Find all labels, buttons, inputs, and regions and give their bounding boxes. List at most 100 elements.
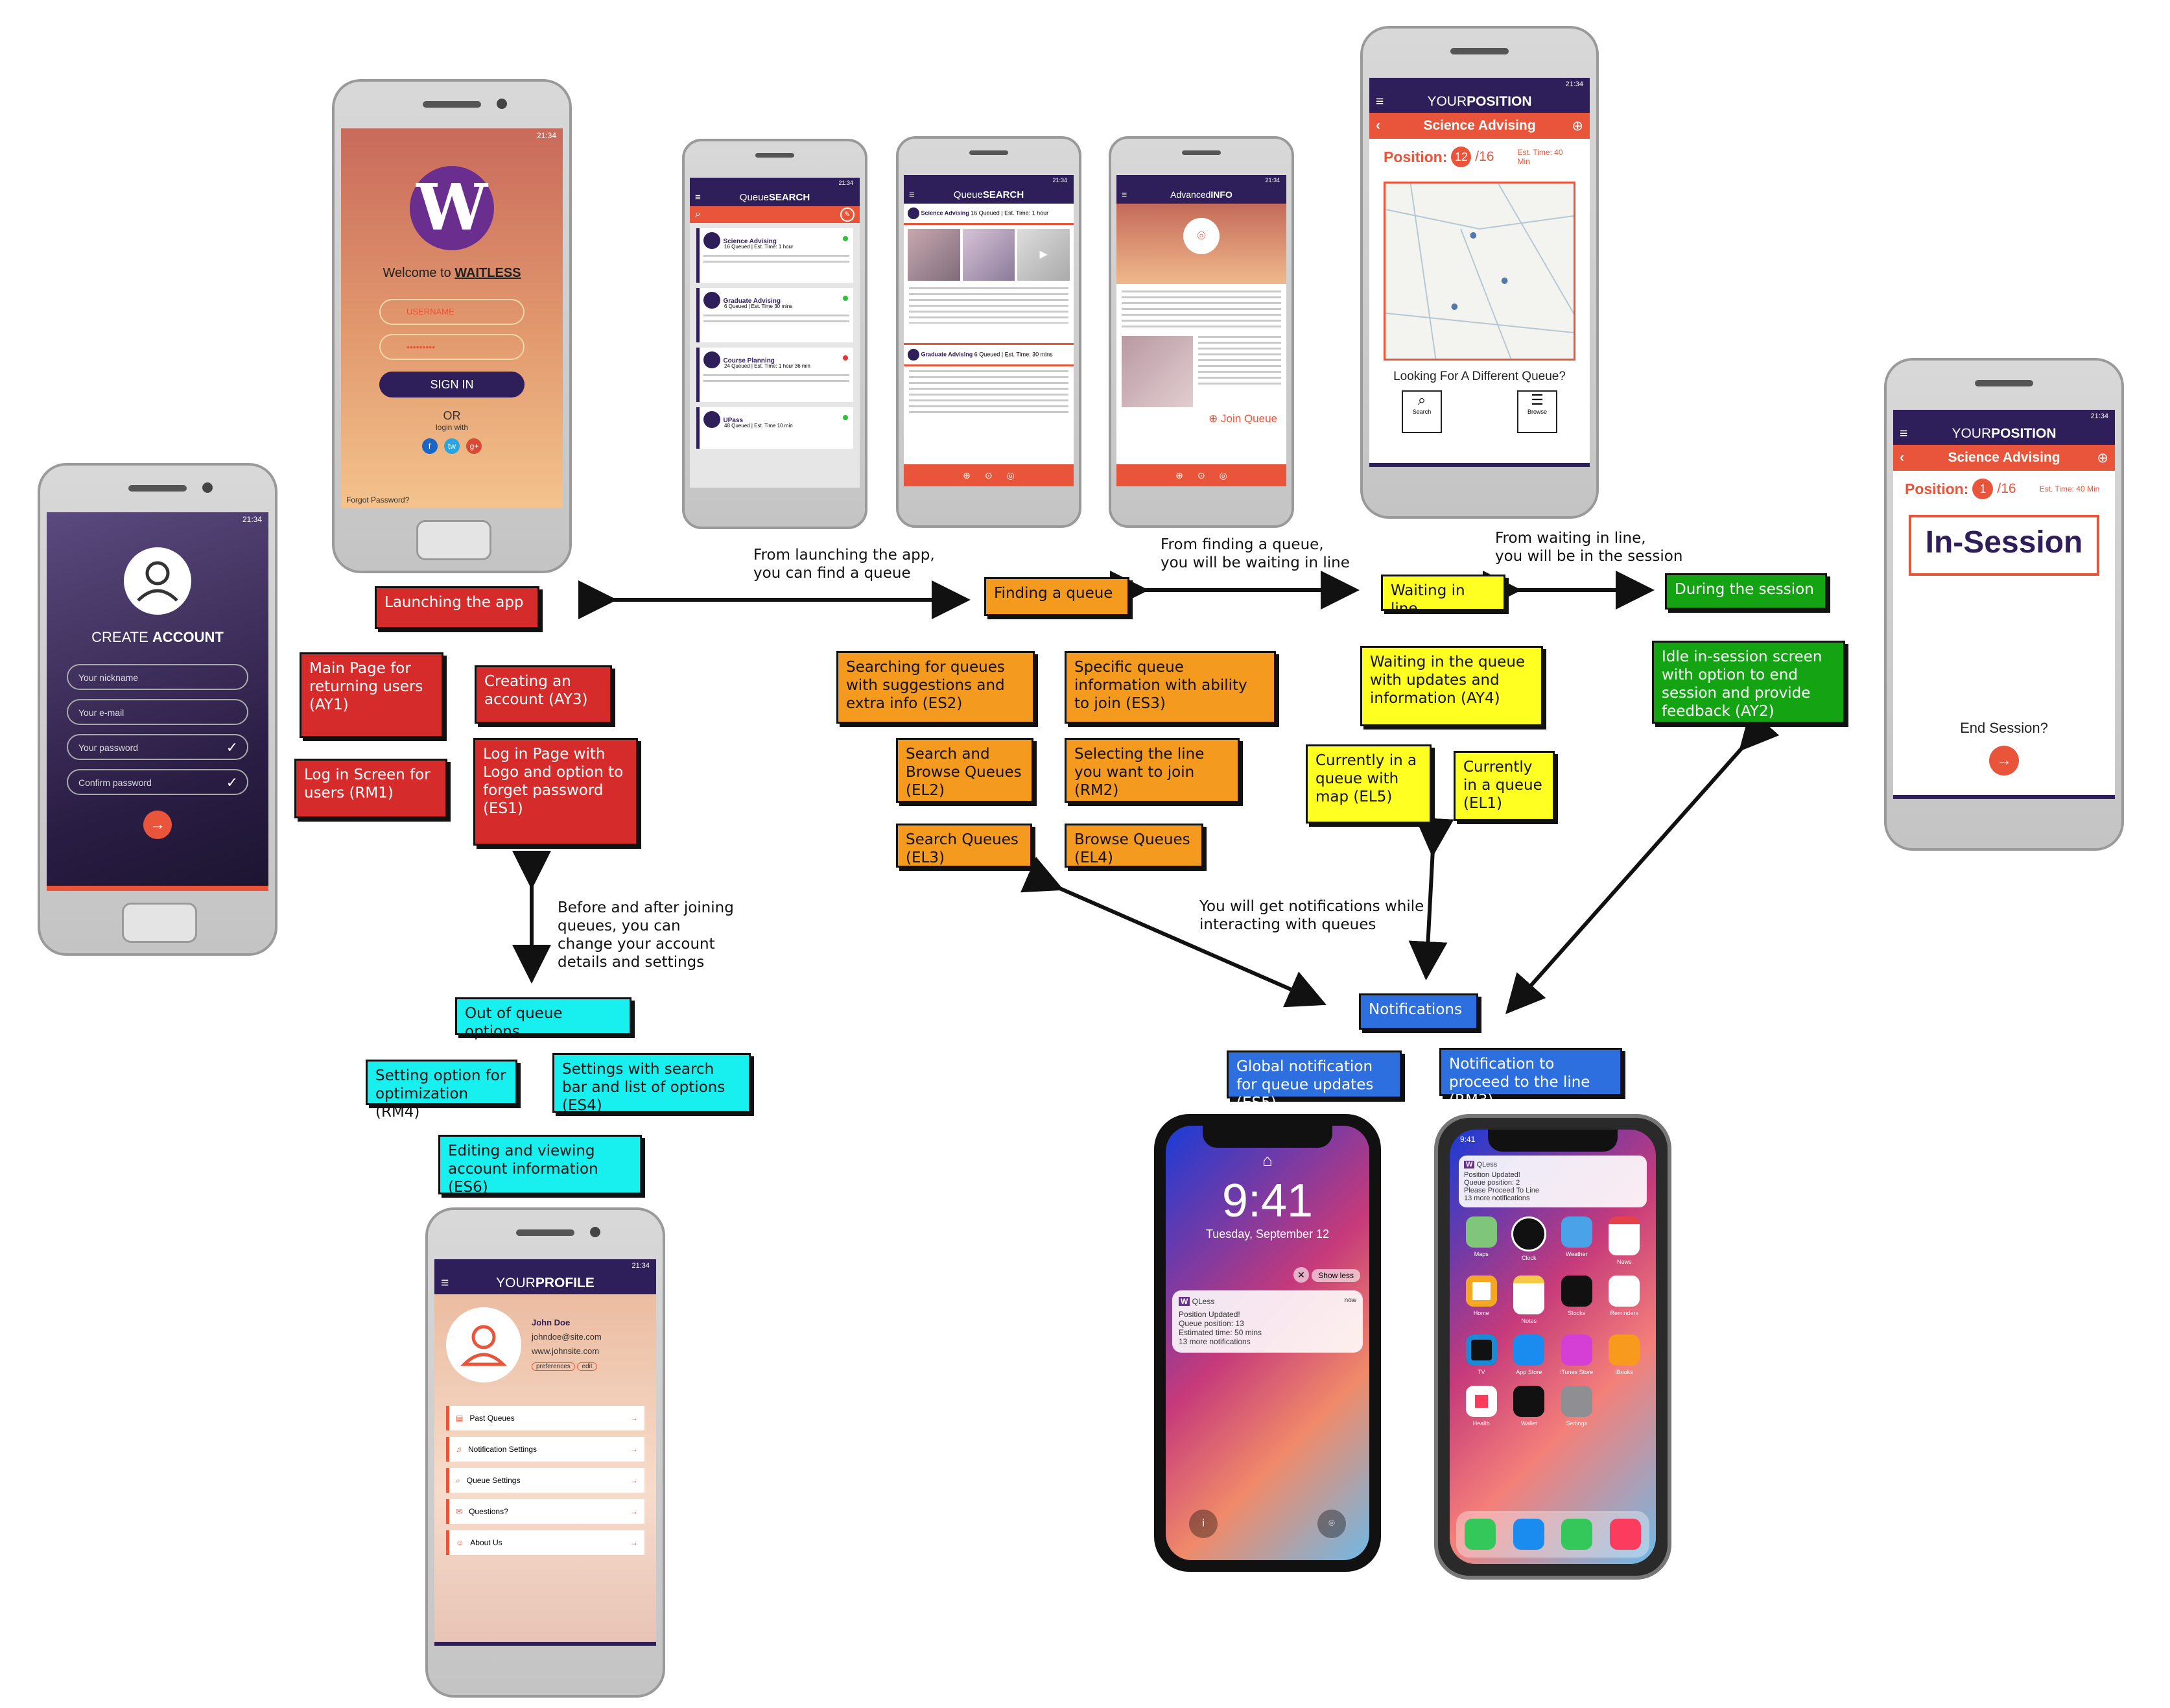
info-text [1122, 291, 1281, 329]
app-weather[interactable]: Weather [1553, 1216, 1601, 1265]
add-icon[interactable]: ⊕ [963, 470, 971, 481]
profile-site: www.johnsite.com [532, 1346, 600, 1356]
browse-button[interactable]: ☰ Browse [1517, 390, 1557, 433]
avatar[interactable] [446, 1307, 521, 1382]
notification-card[interactable]: W QLess Position Updated! Queue position… [1459, 1156, 1647, 1207]
back-icon[interactable]: ‹ [1900, 450, 1904, 466]
list-item[interactable]: Science Advising 16 Queued | Est. Time: 1… [696, 228, 853, 283]
show-less-button[interactable]: Show less [1312, 1269, 1360, 1282]
add-icon[interactable]: ⊕ [2097, 450, 2108, 466]
feed-item[interactable]: Graduate Advising 6 Queued | Est. Time: … [904, 343, 1074, 366]
your-position-screen: 21:34 ≡ YOUR POSITION ‹ Science Advising ⊕ … [1369, 78, 1590, 467]
close-icon[interactable]: ✕ [1293, 1267, 1309, 1283]
username-field[interactable]: USERNAME [379, 299, 525, 325]
edit-icon[interactable]: ✎ [840, 208, 855, 222]
phone-camera [590, 1227, 600, 1237]
app-notes[interactable]: Notes [1505, 1275, 1553, 1324]
status-bar: 21:34 [1369, 78, 1590, 91]
app-logo-icon: W [1179, 1297, 1190, 1306]
password-field[interactable]: ••••••••• [379, 334, 525, 360]
app-health[interactable]: Health [1457, 1386, 1505, 1427]
email-field[interactable]: Your e-mail [67, 699, 248, 725]
end-session-button[interactable]: → [1989, 746, 2019, 776]
video-thumbnail[interactable]: ▶ [1017, 229, 1070, 281]
app-tv[interactable]: TV [1457, 1334, 1505, 1375]
back-icon[interactable]: ‹ [1376, 118, 1380, 134]
safari-icon[interactable] [1513, 1519, 1544, 1550]
facebook-icon[interactable]: f [421, 438, 438, 454]
google-plus-icon[interactable]: g+ [466, 438, 482, 454]
position-label: Position: [1384, 148, 1448, 165]
app-stocks[interactable]: Stocks [1553, 1275, 1601, 1324]
app-maps[interactable]: Maps [1457, 1216, 1505, 1265]
submit-arrow-button[interactable]: → [143, 811, 172, 839]
forgot-password-link[interactable]: Forgot Password? [346, 495, 409, 504]
menu-item-questions[interactable]: ✉ Questions? → [446, 1499, 644, 1524]
list-item[interactable]: Course Planning 24 Queued | Est. Time: 1 … [696, 348, 853, 402]
flashlight-icon[interactable]: ⅰ [1189, 1510, 1218, 1538]
queue-map[interactable] [1384, 182, 1575, 361]
search-icon[interactable]: ⊙ [1197, 470, 1205, 481]
feed-item[interactable]: Science Advising 16 Queued | Est. Time: … [904, 204, 1074, 225]
menu-icon[interactable]: ≡ [441, 1275, 449, 1291]
status-dot [843, 355, 848, 361]
add-icon[interactable]: ⊕ [1175, 470, 1183, 481]
menu-item-about-us[interactable]: ☺ About Us → [446, 1530, 644, 1555]
edit-tag[interactable]: edit [577, 1362, 597, 1371]
menu-item-notification-settings[interactable]: ♫ Notification Settings → [446, 1437, 644, 1462]
status-time: 21:34 [838, 180, 853, 186]
photo-strip: ▶ [904, 225, 1074, 285]
app-label: Maps [1474, 1251, 1489, 1257]
camera-icon[interactable]: ⌾ [1317, 1510, 1346, 1538]
queue-name: Graduate Advising [921, 351, 973, 358]
notification-line: Queue position: 2 [1464, 1179, 1520, 1187]
app-ibooks[interactable]: iBooks [1601, 1334, 1649, 1375]
confirm-password-field[interactable]: Confirm password ✓ [67, 769, 248, 795]
password-field[interactable]: Your password ✓ [67, 734, 248, 760]
twitter-icon[interactable]: tw [444, 438, 460, 454]
app-label: TV [1477, 1369, 1485, 1375]
preferences-tag[interactable]: preferences [532, 1362, 575, 1371]
app-label: Home [1473, 1310, 1489, 1316]
app-clock[interactable]: Clock [1505, 1216, 1553, 1265]
list-item[interactable]: Graduate Advising 6 Queued | Est. Time 30… [696, 288, 853, 342]
position-number: 1 [1972, 479, 1994, 499]
settings-icon[interactable]: ◎ [1220, 470, 1227, 481]
menu-icon[interactable]: ≡ [1122, 189, 1127, 200]
phone-icon[interactable] [1465, 1519, 1496, 1550]
music-icon[interactable] [1609, 1519, 1641, 1550]
nickname-field[interactable]: Your nickname [67, 664, 248, 690]
app-reminders[interactable]: Reminders [1601, 1275, 1649, 1324]
menu-icon[interactable]: ≡ [1900, 426, 1907, 442]
app-news[interactable]: News [1601, 1216, 1649, 1265]
profile-name: John Doe [532, 1318, 571, 1327]
status-bar: 21:34 [690, 178, 860, 188]
status-dot [843, 415, 848, 420]
messages-icon[interactable] [1561, 1519, 1593, 1550]
notification-card[interactable]: W QLess now Position Updated! Queue posit… [1172, 1290, 1363, 1353]
app-home[interactable]: Home [1457, 1275, 1505, 1324]
menu-item-queue-settings[interactable]: ⌕ Queue Settings → [446, 1468, 644, 1493]
menu-icon[interactable]: ≡ [1376, 94, 1384, 110]
note-wait-to-session: From waiting in line, you will be in the… [1495, 529, 1682, 565]
menu-icon[interactable]: ≡ [909, 189, 915, 200]
search-icon[interactable]: ⊙ [985, 470, 993, 481]
settings-icon[interactable]: ◎ [1007, 470, 1015, 481]
list-item[interactable]: UPass 48 Queued | Est. Time 10 min [696, 407, 853, 449]
camera-icon[interactable]: ⌾ [1183, 218, 1220, 254]
add-icon[interactable]: ⊕ [1572, 118, 1583, 134]
lockscreen-screen: ⌂ 9:41 Tuesday, September 12 ✕ Show less… [1166, 1126, 1369, 1560]
status-time: 21:34 [1565, 80, 1583, 88]
app-settings[interactable]: Settings [1553, 1386, 1601, 1427]
app-app-store[interactable]: App Store [1505, 1334, 1553, 1375]
app-itunes-store[interactable]: iTunes Store [1553, 1334, 1601, 1375]
profile-details: John Doe johndoe@site.com www.johnsite.c… [532, 1316, 602, 1374]
menu-item-past-queues[interactable]: ▤ Past Queues → [446, 1406, 644, 1430]
ibooks-icon [1609, 1334, 1640, 1366]
search-bar[interactable]: ⌕ ✎ [690, 206, 860, 223]
join-queue-button[interactable]: ⊕ Join Queue [1116, 412, 1286, 425]
app-wallet[interactable]: Wallet [1505, 1386, 1553, 1427]
menu-icon[interactable]: ≡ [695, 192, 701, 203]
sign-in-button[interactable]: SIGN IN [379, 372, 525, 397]
search-button[interactable]: ⌕ Search [1402, 390, 1442, 433]
